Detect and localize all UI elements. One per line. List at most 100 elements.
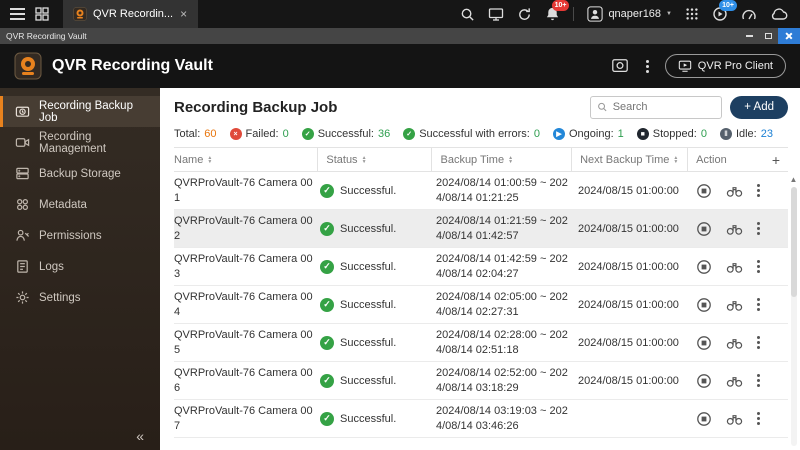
table-row[interactable]: QVRProVault-76 Camera 006 ✓ Successful. … xyxy=(174,362,788,400)
resource-monitor-icon[interactable] xyxy=(741,7,757,21)
successful-icon: ✓ xyxy=(301,128,314,140)
backup-time: 2024/08/14 01:42:59 ~ 2024/08/14 02:04:2… xyxy=(436,252,568,280)
refresh-icon[interactable] xyxy=(517,7,532,22)
view-details-icon[interactable] xyxy=(726,298,743,312)
row-menu-icon[interactable] xyxy=(757,417,760,420)
scrollbar-track[interactable] xyxy=(790,187,797,446)
qvr-pro-client-button[interactable]: QVR Pro Client xyxy=(664,54,786,78)
sidebar-item-logs[interactable]: Logs xyxy=(0,251,160,282)
stat-successful-with-errors: ✓ Successful with errors: 0 xyxy=(403,128,540,140)
table-row[interactable]: QVRProVault-76 Camera 001 ✓ Successful. … xyxy=(174,172,788,210)
column-header-status[interactable]: Status ▲ ▼ xyxy=(317,148,431,171)
stop-job-icon[interactable] xyxy=(696,335,712,351)
stop-job-icon[interactable] xyxy=(696,411,712,427)
view-details-icon[interactable] xyxy=(726,412,743,426)
success-check-icon: ✓ xyxy=(320,221,334,236)
scroll-up-icon[interactable]: ▲ xyxy=(790,176,798,184)
row-menu-icon[interactable] xyxy=(757,265,760,268)
sidebar-item-permissions[interactable]: Permissions xyxy=(0,220,160,251)
table-row[interactable]: QVRProVault-76 Camera 004 ✓ Successful. … xyxy=(174,286,788,324)
camera-monitor-icon[interactable] xyxy=(610,57,630,75)
view-details-icon[interactable] xyxy=(726,184,743,198)
view-details-icon[interactable] xyxy=(726,336,743,350)
sort-icon[interactable]: ▲ ▼ xyxy=(362,155,367,164)
sort-icon[interactable]: ▲ ▼ xyxy=(508,155,513,164)
row-actions xyxy=(696,411,782,427)
backup-job-table: Name ▲ ▼ Status ▲ ▼ Backup Time ▲ ▼ Next Ba… xyxy=(174,147,788,438)
tab-close-icon[interactable]: × xyxy=(179,8,188,20)
failed-icon: × xyxy=(229,128,242,140)
next-backup-time: 2024/08/15 01:00:00 xyxy=(578,374,679,387)
success-check-icon: ✓ xyxy=(320,411,334,426)
row-menu-icon[interactable] xyxy=(757,379,760,382)
more-options-icon[interactable] xyxy=(645,64,649,68)
column-header-name[interactable]: Name ▲ ▼ xyxy=(174,148,317,171)
stat-failed: × Failed: 0 xyxy=(229,128,289,140)
search-icon[interactable] xyxy=(460,7,475,22)
cloud-icon[interactable] xyxy=(770,8,788,20)
backup-time: 2024/08/14 01:21:59 ~ 2024/08/14 01:42:5… xyxy=(436,214,568,242)
backup-time: 2024/08/14 01:00:59 ~ 2024/08/14 01:21:2… xyxy=(436,176,568,204)
job-name: QVRProVault-76 Camera 003 xyxy=(174,252,313,280)
maximize-icon[interactable] xyxy=(759,28,778,44)
row-actions xyxy=(696,183,782,199)
show-desktop-icon[interactable] xyxy=(35,7,49,21)
tab-title: QVR Recordin... xyxy=(93,8,174,20)
sidebar-item-recording-management[interactable]: Recording Management xyxy=(0,127,160,158)
table-row[interactable]: QVRProVault-76 Camera 003 ✓ Successful. … xyxy=(174,248,788,286)
row-actions xyxy=(696,335,782,351)
sidebar-item-settings[interactable]: Settings xyxy=(0,282,160,313)
window-titlebar[interactable]: QVR Recording Vault xyxy=(0,28,800,44)
background-tasks-icon[interactable]: 10+ xyxy=(712,0,737,22)
column-header-backup-time[interactable]: Backup Time ▲ ▼ xyxy=(431,148,571,171)
search-input[interactable] xyxy=(612,101,716,113)
sort-icon[interactable]: ▲ ▼ xyxy=(673,155,678,164)
job-name: QVRProVault-76 Camera 007 xyxy=(174,404,313,432)
next-backup-time: 2024/08/15 01:00:00 xyxy=(578,184,679,197)
app-grid-icon[interactable] xyxy=(685,7,699,21)
add-column-button[interactable]: + xyxy=(772,152,788,168)
minimize-icon[interactable] xyxy=(740,28,759,44)
stop-job-icon[interactable] xyxy=(696,259,712,275)
stop-job-icon[interactable] xyxy=(696,373,712,389)
sidebar-item-recording-backup-job[interactable]: Recording Backup Job xyxy=(0,96,160,127)
row-menu-icon[interactable] xyxy=(757,303,760,306)
sort-icon[interactable]: ▲ ▼ xyxy=(207,155,212,164)
view-details-icon[interactable] xyxy=(726,260,743,274)
table-row[interactable]: QVRProVault-76 Camera 007 ✓ Successful. … xyxy=(174,400,788,438)
view-details-icon[interactable] xyxy=(726,374,743,388)
close-icon[interactable] xyxy=(778,28,800,44)
stop-job-icon[interactable] xyxy=(696,297,712,313)
column-header-next-backup-time[interactable]: Next Backup Time ▲ ▼ xyxy=(571,148,687,171)
row-menu-icon[interactable] xyxy=(757,189,760,192)
table-row[interactable]: QVRProVault-76 Camera 005 ✓ Successful. … xyxy=(174,324,788,362)
notification-badge: 10+ xyxy=(551,0,570,11)
user-menu[interactable]: qnaper168 ▼ xyxy=(587,6,672,22)
sidebar-item-metadata[interactable]: Metadata xyxy=(0,189,160,220)
stop-job-icon[interactable] xyxy=(696,221,712,237)
stat-successful: ✓ Successful: 36 xyxy=(301,128,390,140)
notifications-bell-icon[interactable]: 10+ xyxy=(545,0,570,22)
sidebar-collapse-icon[interactable]: « xyxy=(136,428,144,444)
scrollbar[interactable]: ▲ xyxy=(788,176,799,446)
success-check-icon: ✓ xyxy=(320,297,334,312)
page-title: Recording Backup Job xyxy=(174,98,338,116)
main-menu-icon[interactable] xyxy=(10,8,25,20)
search-icon xyxy=(598,102,607,112)
row-actions xyxy=(696,221,782,237)
row-menu-icon[interactable] xyxy=(757,341,760,344)
row-menu-icon[interactable] xyxy=(757,227,760,230)
app-window: QVR Recordin... × 10+ qnaper168 ▼ 10+ QV… xyxy=(0,0,800,450)
successful-with-errors-icon: ✓ xyxy=(403,128,416,140)
job-status: ✓ Successful. xyxy=(320,411,436,426)
app-tab[interactable]: QVR Recordin... × xyxy=(63,0,199,28)
scrollbar-thumb[interactable] xyxy=(790,187,797,297)
media-console-icon[interactable] xyxy=(488,6,504,22)
table-row[interactable]: QVRProVault-76 Camera 002 ✓ Successful. … xyxy=(174,210,788,248)
stop-job-icon[interactable] xyxy=(696,183,712,199)
add-button[interactable]: + Add xyxy=(730,95,788,119)
search-box[interactable] xyxy=(590,95,723,119)
view-details-icon[interactable] xyxy=(726,222,743,236)
metadata-icon xyxy=(17,199,28,210)
sidebar-item-backup-storage[interactable]: Backup Storage xyxy=(0,158,160,189)
